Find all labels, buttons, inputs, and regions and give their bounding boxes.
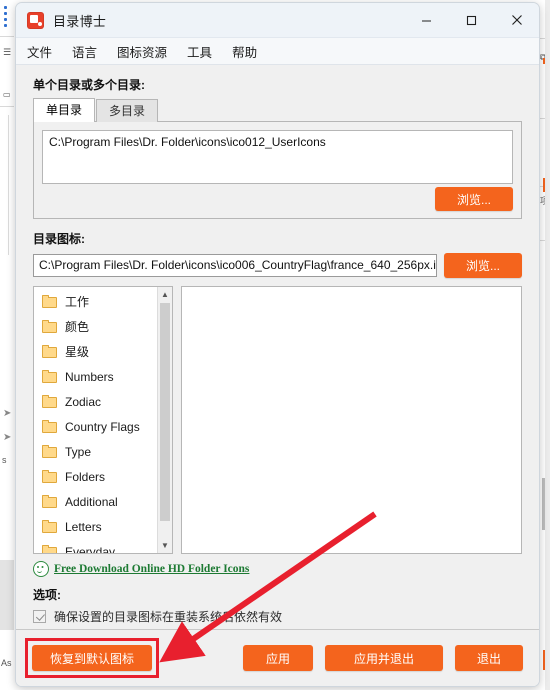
list-item[interactable]: Country Flags — [34, 414, 157, 439]
list-item[interactable]: Everyday — [34, 539, 157, 553]
folder-icon — [42, 370, 58, 383]
menu-item-language[interactable]: 语言 — [72, 42, 97, 61]
list-item[interactable]: Zodiac — [34, 389, 157, 414]
background-glyph: ▭ — [3, 90, 11, 99]
background-glyph: ☰ — [3, 47, 12, 57]
folder-doctor-window: 目录博士 文件 语言 图标资源 工具 帮助 单个目录或多个目录: 单目录 多目录… — [15, 2, 540, 687]
directory-path-input[interactable]: C:\Program Files\Dr. Folder\icons\ico012… — [42, 130, 513, 184]
background-chevron-icon: ➤ — [3, 408, 12, 419]
folder-icon — [42, 345, 58, 358]
background-chevron-icon: ➤ — [3, 432, 12, 443]
folder-icon — [42, 520, 58, 533]
tab-bar: 单目录 多目录 — [33, 98, 525, 122]
download-link-label[interactable]: Free Download Online HD Folder Icons — [54, 563, 249, 575]
scroll-down-icon[interactable]: ▼ — [158, 538, 172, 553]
tab-multi-directory[interactable]: 多目录 — [96, 99, 159, 122]
list-item[interactable]: Numbers — [34, 364, 157, 389]
tab-single-directory[interactable]: 单目录 — [33, 98, 96, 122]
list-item[interactable]: Folders — [34, 464, 157, 489]
folder-category-list[interactable]: 工作 颜色 星级 Numbers Zodiac Country Flags Ty… — [33, 286, 173, 554]
menu-item-icon-resources[interactable]: 图标资源 — [117, 42, 167, 61]
browse-icon-button[interactable]: 浏览... — [444, 253, 522, 278]
folder-icon — [42, 395, 58, 408]
menu-item-tools[interactable]: 工具 — [187, 42, 212, 61]
window-title: 目录博士 — [53, 13, 107, 29]
scroll-up-icon[interactable]: ▲ — [158, 287, 172, 302]
window-controls — [404, 3, 539, 37]
list-item-label: Letters — [65, 519, 102, 534]
background-glyph: As — [1, 658, 12, 668]
folder-icon — [42, 470, 58, 483]
options-label: 选项: — [33, 588, 61, 602]
apply-button[interactable]: 应用 — [243, 645, 313, 671]
icon-browser-area: 工作 颜色 星级 Numbers Zodiac Country Flags Ty… — [33, 286, 522, 554]
folder-icon — [42, 320, 58, 333]
list-item[interactable]: Additional — [34, 489, 157, 514]
list-item[interactable]: Type — [34, 439, 157, 464]
browse-directory-button[interactable]: 浏览... — [435, 187, 513, 211]
folder-icon — [42, 545, 58, 553]
list-item[interactable]: 颜色 — [34, 314, 157, 339]
list-item-label: Folders — [65, 469, 106, 484]
list-item[interactable]: 星级 — [34, 339, 157, 364]
folder-icon — [42, 295, 58, 308]
list-scrollbar[interactable]: ▲ ▼ — [157, 287, 172, 553]
menu-item-help[interactable]: 帮助 — [232, 42, 257, 61]
menu-bar: 文件 语言 图标资源 工具 帮助 — [16, 38, 539, 65]
background-glyph: s — [2, 455, 7, 465]
menu-item-file[interactable]: 文件 — [27, 42, 52, 61]
exit-button[interactable]: 退出 — [455, 645, 523, 671]
list-item[interactable]: 工作 — [34, 289, 157, 314]
app-logo-icon — [27, 11, 44, 29]
minimize-button[interactable] — [404, 3, 449, 37]
icon-path-input[interactable]: C:\Program Files\Dr. Folder\icons\ico006… — [33, 254, 437, 277]
icon-path-row: C:\Program Files\Dr. Folder\icons\ico006… — [33, 253, 522, 278]
list-item-label: 工作 — [65, 295, 90, 309]
icon-preview-panel[interactable] — [181, 286, 522, 554]
option-persist-row[interactable]: 确保设置的目录图标在重装系统后依然有效 — [33, 607, 522, 625]
footer-actions: 应用 应用并退出 退出 — [231, 645, 523, 671]
tab-panel: C:\Program Files\Dr. Folder\icons\ico012… — [33, 121, 522, 219]
list-item-label: Type — [65, 444, 92, 459]
scrollbar-thumb[interactable] — [160, 303, 170, 521]
option-persist-label: 确保设置的目录图标在重装系统后依然有效 — [54, 609, 283, 624]
list-item-label: 颜色 — [65, 320, 90, 334]
apply-and-exit-button[interactable]: 应用并退出 — [325, 645, 443, 671]
folder-icon — [42, 445, 58, 458]
folder-icon — [42, 420, 58, 433]
list-item-label: Everyday — [65, 544, 116, 554]
list-item-label: Additional — [65, 494, 118, 509]
icon-section-label: 目录图标: — [33, 232, 85, 246]
list-item-label: Zodiac — [65, 394, 102, 409]
download-link-row[interactable]: Free Download Online HD Folder Icons — [33, 561, 522, 577]
close-button[interactable] — [494, 3, 539, 37]
list-item[interactable]: Letters — [34, 514, 157, 539]
dialog-content: 单个目录或多个目录: 单目录 多目录 C:\Program Files\Dr. … — [16, 76, 539, 686]
background-dots — [4, 6, 8, 32]
folder-icon — [42, 495, 58, 508]
list-item-label: 星级 — [65, 345, 90, 359]
maximize-button[interactable] — [449, 3, 494, 37]
checkbox-persist-after-reinstall[interactable] — [33, 609, 46, 623]
list-item-label: Country Flags — [65, 419, 140, 434]
title-bar: 目录博士 — [16, 3, 539, 38]
smiley-download-icon — [33, 561, 49, 577]
list-item-label: Numbers — [65, 369, 114, 384]
footer-bar: 恢复到默认图标 应用 应用并退出 退出 — [16, 629, 539, 686]
restore-default-icon-button[interactable]: 恢复到默认图标 — [32, 645, 152, 671]
directory-section-label: 单个目录或多个目录: — [33, 78, 145, 92]
